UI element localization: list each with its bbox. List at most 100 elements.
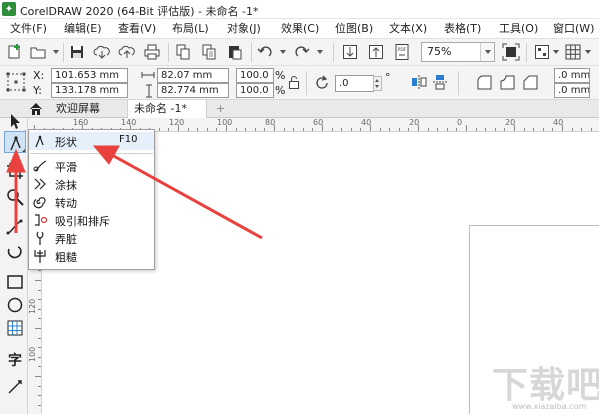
mirror-horizontal-icon[interactable] — [410, 73, 428, 91]
flyout-item-label: 粗糙 — [55, 251, 77, 264]
ruler-tick — [283, 128, 285, 131]
rotation-spinner[interactable] — [373, 76, 382, 91]
zoom-level-select[interactable]: 75% — [421, 42, 495, 62]
import-icon[interactable] — [341, 43, 359, 61]
flyout-item-twirl[interactable]: 转动 — [29, 193, 154, 211]
text-tool-icon[interactable]: 字 — [4, 349, 26, 371]
cloud-download-icon[interactable] — [93, 43, 111, 61]
menu-layout[interactable]: 布局(L) — [172, 20, 209, 37]
zoom-dropdown-button[interactable] — [480, 43, 494, 61]
menu-edit[interactable]: 编辑(E) — [64, 20, 102, 37]
twirl-tool-icon — [32, 194, 48, 210]
add-tab-button[interactable]: + — [210, 100, 231, 118]
ruler-tick — [38, 356, 41, 358]
ruler-label: 80 — [265, 118, 276, 127]
export-icon[interactable] — [367, 43, 385, 61]
menu-window[interactable]: 窗口(W) — [553, 20, 594, 37]
cloud-upload-icon[interactable] — [118, 43, 136, 61]
tab-welcome-screen[interactable]: 欢迎屏幕 — [50, 100, 126, 118]
flyout-item-smudge[interactable]: 弄脏 — [29, 229, 154, 247]
open-dropdown-arrow[interactable] — [53, 50, 59, 54]
round-corner-icon[interactable] — [475, 73, 493, 91]
shape-tool-flyout: 形状 F10 平滑 涂抹 转动 吸引和排斥 弄脏 粗糙 — [28, 129, 155, 270]
corner-radius-top-field[interactable]: .0 mm — [554, 68, 590, 83]
polygon-tool-icon[interactable] — [4, 317, 26, 339]
flyout-item-attract-repel[interactable]: 吸引和排斥 — [29, 211, 154, 229]
snap-icon[interactable] — [533, 43, 551, 61]
dimension-tool-icon[interactable] — [4, 376, 26, 398]
menu-tools[interactable]: 工具(O) — [499, 20, 538, 37]
undo-dropdown-arrow[interactable] — [280, 50, 286, 54]
scale-width-field[interactable]: 100.0 — [236, 68, 274, 83]
rotation-field[interactable]: .0 — [335, 75, 374, 92]
width-field[interactable]: 82.07 mm — [157, 68, 229, 83]
home-icon[interactable] — [29, 102, 43, 116]
ruler-tick — [38, 404, 41, 406]
height-field[interactable]: 82.774 mm — [157, 83, 229, 98]
print-icon[interactable] — [143, 43, 161, 61]
menu-effects[interactable]: 效果(C) — [281, 20, 319, 37]
ruler-tick — [485, 128, 487, 131]
redo-dropdown-arrow[interactable] — [317, 50, 323, 54]
scalloped-corner-icon[interactable] — [498, 73, 516, 91]
flyout-indicator — [22, 149, 25, 152]
paste-icon[interactable] — [226, 43, 244, 61]
ruler-tick — [446, 128, 448, 131]
y-position-field[interactable]: 133.178 mm — [51, 83, 128, 98]
object-origin-icon[interactable] — [5, 71, 27, 93]
undo-icon[interactable] — [256, 43, 274, 61]
copy-icon[interactable] — [200, 43, 218, 61]
scale-height-field[interactable]: 100.0 — [236, 83, 274, 98]
ruler-tick — [168, 128, 170, 131]
flyout-item-smooth[interactable]: 平滑 — [29, 157, 154, 175]
ruler-tick — [38, 366, 41, 368]
crop-tool-icon[interactable] — [4, 160, 26, 182]
menu-bitmaps[interactable]: 位图(B) — [335, 20, 373, 37]
corner-radius-bottom-field[interactable]: .0 mm — [554, 83, 590, 98]
zoom-fit-icon[interactable] — [502, 43, 520, 61]
menu-text[interactable]: 文本(X) — [389, 20, 427, 37]
document-tab-bar: 欢迎屏幕 未命名 -1* + — [0, 100, 599, 118]
tab-untitled-document[interactable]: 未命名 -1* — [127, 100, 207, 118]
menu-view[interactable]: 查看(V) — [118, 20, 156, 37]
shape-tool-icon[interactable] — [4, 131, 26, 153]
ruler-tick — [350, 128, 352, 131]
title-bar: ✦ CorelDRAW 2020 (64-Bit 评估版) - 未命名 -1* — [0, 0, 599, 19]
new-document-icon[interactable] — [6, 43, 24, 61]
ellipse-tool-icon[interactable] — [4, 294, 26, 316]
menu-file[interactable]: 文件(F) — [10, 20, 47, 37]
ruler-tick — [542, 128, 544, 131]
ruler-tick — [552, 128, 554, 131]
redo-icon[interactable] — [293, 43, 311, 61]
ruler-tick — [590, 128, 592, 131]
flyout-item-smear[interactable]: 涂抹 — [29, 175, 154, 193]
toolbox: 字 — [0, 114, 28, 414]
zoom-tool-icon[interactable] — [4, 186, 26, 208]
ruler-tick — [379, 128, 381, 131]
pick-tool-icon[interactable] — [4, 111, 26, 133]
menu-object[interactable]: 对象(J) — [227, 20, 261, 37]
x-position-field[interactable]: 101.653 mm — [51, 68, 128, 83]
freehand-tool-icon[interactable] — [4, 216, 26, 238]
ruler-label: 20 — [409, 118, 420, 127]
ruler-label: 120 — [28, 298, 37, 314]
lock-ratio-icon[interactable] — [288, 75, 300, 89]
toolbar-separator — [251, 43, 252, 62]
flyout-item-roughen[interactable]: 粗糙 — [29, 247, 154, 265]
publish-pdf-icon[interactable]: PDF — [393, 43, 411, 61]
grid-icon[interactable] — [564, 43, 582, 61]
ruler-label: 40 — [361, 118, 372, 127]
watermark-url: www.xiazaiba.com — [512, 402, 587, 411]
open-icon[interactable] — [29, 43, 47, 61]
artistic-media-icon[interactable] — [4, 243, 26, 265]
rectangle-tool-icon[interactable] — [4, 271, 26, 293]
snap-dropdown-arrow[interactable] — [553, 50, 559, 54]
grid-dropdown-arrow[interactable] — [585, 50, 591, 54]
save-icon[interactable] — [68, 43, 86, 61]
chamfered-corner-icon[interactable] — [521, 73, 539, 91]
mirror-vertical-icon[interactable] — [431, 73, 449, 91]
ruler-tick — [264, 128, 266, 131]
menu-table[interactable]: 表格(T) — [444, 20, 481, 37]
copy-icon[interactable] — [174, 43, 192, 61]
flyout-item-shape[interactable]: 形状 F10 — [29, 132, 154, 150]
